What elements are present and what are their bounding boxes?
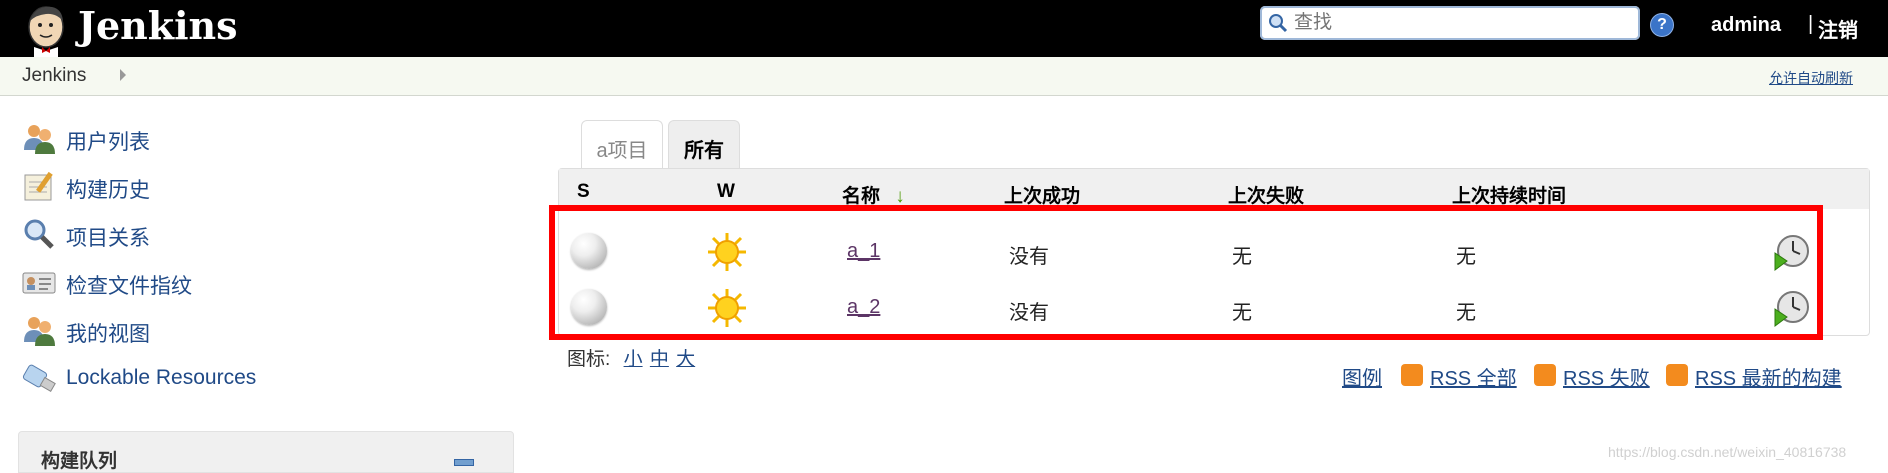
tab-a-project[interactable]: a项目 xyxy=(581,120,663,169)
rss-all-link[interactable]: RSS 全部 xyxy=(1430,362,1517,391)
notepad-icon xyxy=(24,171,53,201)
sidebar-item-label: 构建历史 xyxy=(66,179,150,202)
jenkins-brand-title[interactable]: Jenkins xyxy=(78,2,238,50)
magnifier-icon xyxy=(24,219,54,249)
sidebar-item-label: 我的视图 xyxy=(66,323,150,346)
sidebar-item-project-relationship[interactable]: 项目关系 xyxy=(22,216,382,252)
sidebar-item-label: 检查文件指纹 xyxy=(66,275,192,298)
breadcrumb: Jenkins 允许自动刷新 xyxy=(0,57,1888,96)
sidebar-item-lockable-resources[interactable]: Lockable Resources xyxy=(22,360,382,396)
top-header: Jenkins ? admina | 注销 xyxy=(0,0,1888,57)
sidebar-item-fingerprint[interactable]: 检查文件指纹 xyxy=(22,264,382,300)
col-last-success[interactable]: 上次成功 xyxy=(1004,181,1080,208)
sidebar-item-label: Lockable Resources xyxy=(66,366,257,389)
col-status[interactable]: S xyxy=(577,181,590,203)
legend-link[interactable]: 图例 xyxy=(1342,362,1382,391)
icon-size-selector: 图标: 小 中 大 xyxy=(567,344,695,371)
current-user-link[interactable]: admina xyxy=(1711,14,1781,37)
breadcrumb-arrow-icon[interactable] xyxy=(120,69,126,81)
rss-latest-link[interactable]: RSS 最新的构建 xyxy=(1695,362,1842,391)
col-last-duration[interactable]: 上次持续时间 xyxy=(1452,181,1566,208)
sidebar-item-label: 项目关系 xyxy=(66,227,150,250)
icon-size-label: 图标: xyxy=(567,349,611,370)
header-separator: | xyxy=(1808,13,1814,35)
search-input[interactable] xyxy=(1292,11,1626,35)
tab-all[interactable]: 所有 xyxy=(668,120,740,169)
sort-arrow-icon: ↓ xyxy=(895,186,905,207)
sidebar-item-build-history[interactable]: 构建历史 xyxy=(22,168,382,204)
rss-icon[interactable] xyxy=(1401,364,1423,386)
col-name[interactable]: 名称 ↓ xyxy=(842,181,905,208)
user-view-icon xyxy=(24,317,55,346)
icon-size-large[interactable]: 大 xyxy=(676,349,695,370)
fingerprint-card-icon xyxy=(22,272,56,294)
sidebar-item-my-views[interactable]: 我的视图 xyxy=(22,312,382,348)
icon-size-small[interactable]: 小 xyxy=(624,349,643,370)
rss-icon[interactable] xyxy=(1534,364,1556,386)
table-header: S W 名称 ↓ 上次成功 上次失败 上次持续时间 xyxy=(559,169,1869,209)
col-last-failure[interactable]: 上次失败 xyxy=(1228,181,1304,208)
auto-refresh-link[interactable]: 允许自动刷新 xyxy=(1769,68,1853,88)
tab-label: 所有 xyxy=(684,140,724,162)
rss-failed-link[interactable]: RSS 失败 xyxy=(1563,362,1650,391)
search-icon xyxy=(1269,14,1288,33)
tab-label: a项目 xyxy=(596,140,648,162)
usb-drive-icon xyxy=(22,364,56,393)
col-weather[interactable]: W xyxy=(717,181,735,203)
build-queue-panel: 构建队列 xyxy=(18,431,514,473)
help-icon[interactable]: ? xyxy=(1650,13,1674,37)
jenkins-butler-logo[interactable] xyxy=(22,3,74,57)
rss-icon[interactable] xyxy=(1666,364,1688,386)
breadcrumb-jenkins[interactable]: Jenkins xyxy=(22,65,86,87)
icon-size-medium[interactable]: 中 xyxy=(650,349,669,370)
search-box[interactable] xyxy=(1260,6,1640,40)
col-name-label: 名称 xyxy=(842,186,881,207)
logout-link[interactable]: 注销 xyxy=(1818,14,1858,43)
sidebar-item-label: 用户列表 xyxy=(66,131,150,154)
watermark: https://blog.csdn.net/weixin_40816738 xyxy=(1608,444,1847,460)
people-icon xyxy=(24,125,55,154)
collapse-icon[interactable] xyxy=(454,459,474,466)
sidebar-item-people[interactable]: 用户列表 xyxy=(22,120,382,156)
highlight-annotation-box xyxy=(549,205,1823,340)
